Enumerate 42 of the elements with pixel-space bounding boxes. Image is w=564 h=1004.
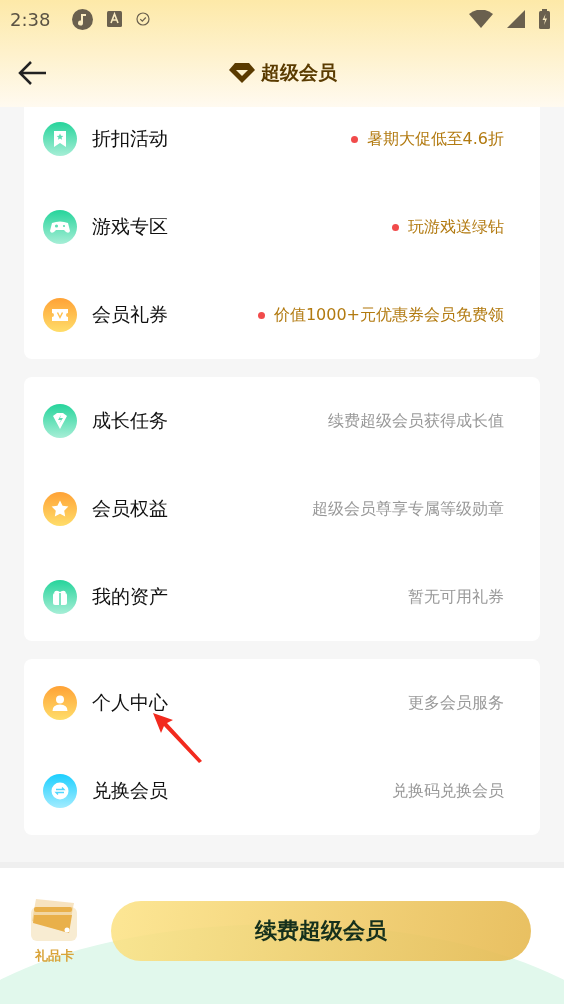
row-icon — [43, 686, 77, 720]
menu-label: 成长任务 — [92, 408, 169, 433]
signal-icon — [507, 10, 525, 28]
menu-hint: 兑换码兑换会员 — [392, 780, 504, 802]
row-icon — [43, 580, 77, 614]
menu-row[interactable]: 折扣活动 暑期大促低至4.6折 — [24, 107, 540, 183]
menu-row[interactable]: 游戏专区 玩游戏送绿钻 — [24, 183, 540, 271]
menu-hint: 超级会员尊享专属等级勋章 — [312, 498, 504, 520]
menu-hint: 价值1000+元优惠券会员免费领 — [273, 304, 504, 326]
diamond-icon — [227, 61, 256, 84]
row-icon — [43, 122, 77, 156]
menu-hint: 续费超级会员获得成长值 — [328, 410, 504, 432]
menu-label: 我的资产 — [92, 584, 169, 609]
row-icon — [43, 210, 77, 244]
row-icon — [43, 492, 77, 526]
menu-label: 会员权益 — [92, 496, 169, 521]
menu-row[interactable]: 成长任务 续费超级会员获得成长值 — [24, 377, 540, 465]
wifi-icon — [469, 10, 493, 28]
check-circle-icon — [136, 12, 151, 26]
menu-row[interactable]: 会员礼券 价值1000+元优惠券会员免费领 — [24, 271, 540, 359]
menu-label: 游戏专区 — [92, 214, 169, 239]
menu-label: 兑换会员 — [92, 778, 169, 803]
menu-hint: 更多会员服务 — [408, 692, 504, 714]
status-time: 2:38 — [10, 8, 51, 30]
row-icon — [43, 298, 77, 332]
menu-label: 个人中心 — [92, 690, 169, 715]
menu-row[interactable]: 会员权益 超级会员尊享专属等级勋章 — [24, 465, 540, 553]
battery-icon — [539, 9, 550, 29]
row-icon — [43, 404, 77, 438]
menu-label: 会员礼券 — [92, 302, 169, 327]
menu-hint: 玩游戏送绿钻 — [408, 216, 504, 238]
font-icon — [107, 11, 123, 27]
menu-hint: 暑期大促低至4.6折 — [366, 128, 504, 150]
page-title: 超级会员 — [260, 59, 337, 85]
menu-row[interactable]: 我的资产 暂无可用礼券 — [24, 553, 540, 641]
menu-row[interactable]: 兑换会员 兑换码兑换会员 — [24, 747, 540, 835]
menu-label: 折扣活动 — [92, 126, 169, 151]
renew-button[interactable]: 续费超级会员 — [111, 901, 531, 961]
row-icon — [43, 774, 77, 808]
menu-row[interactable]: 个人中心 更多会员服务 — [24, 659, 540, 747]
menu-hint: 暂无可用礼券 — [408, 586, 504, 608]
music-note-icon — [72, 8, 94, 30]
